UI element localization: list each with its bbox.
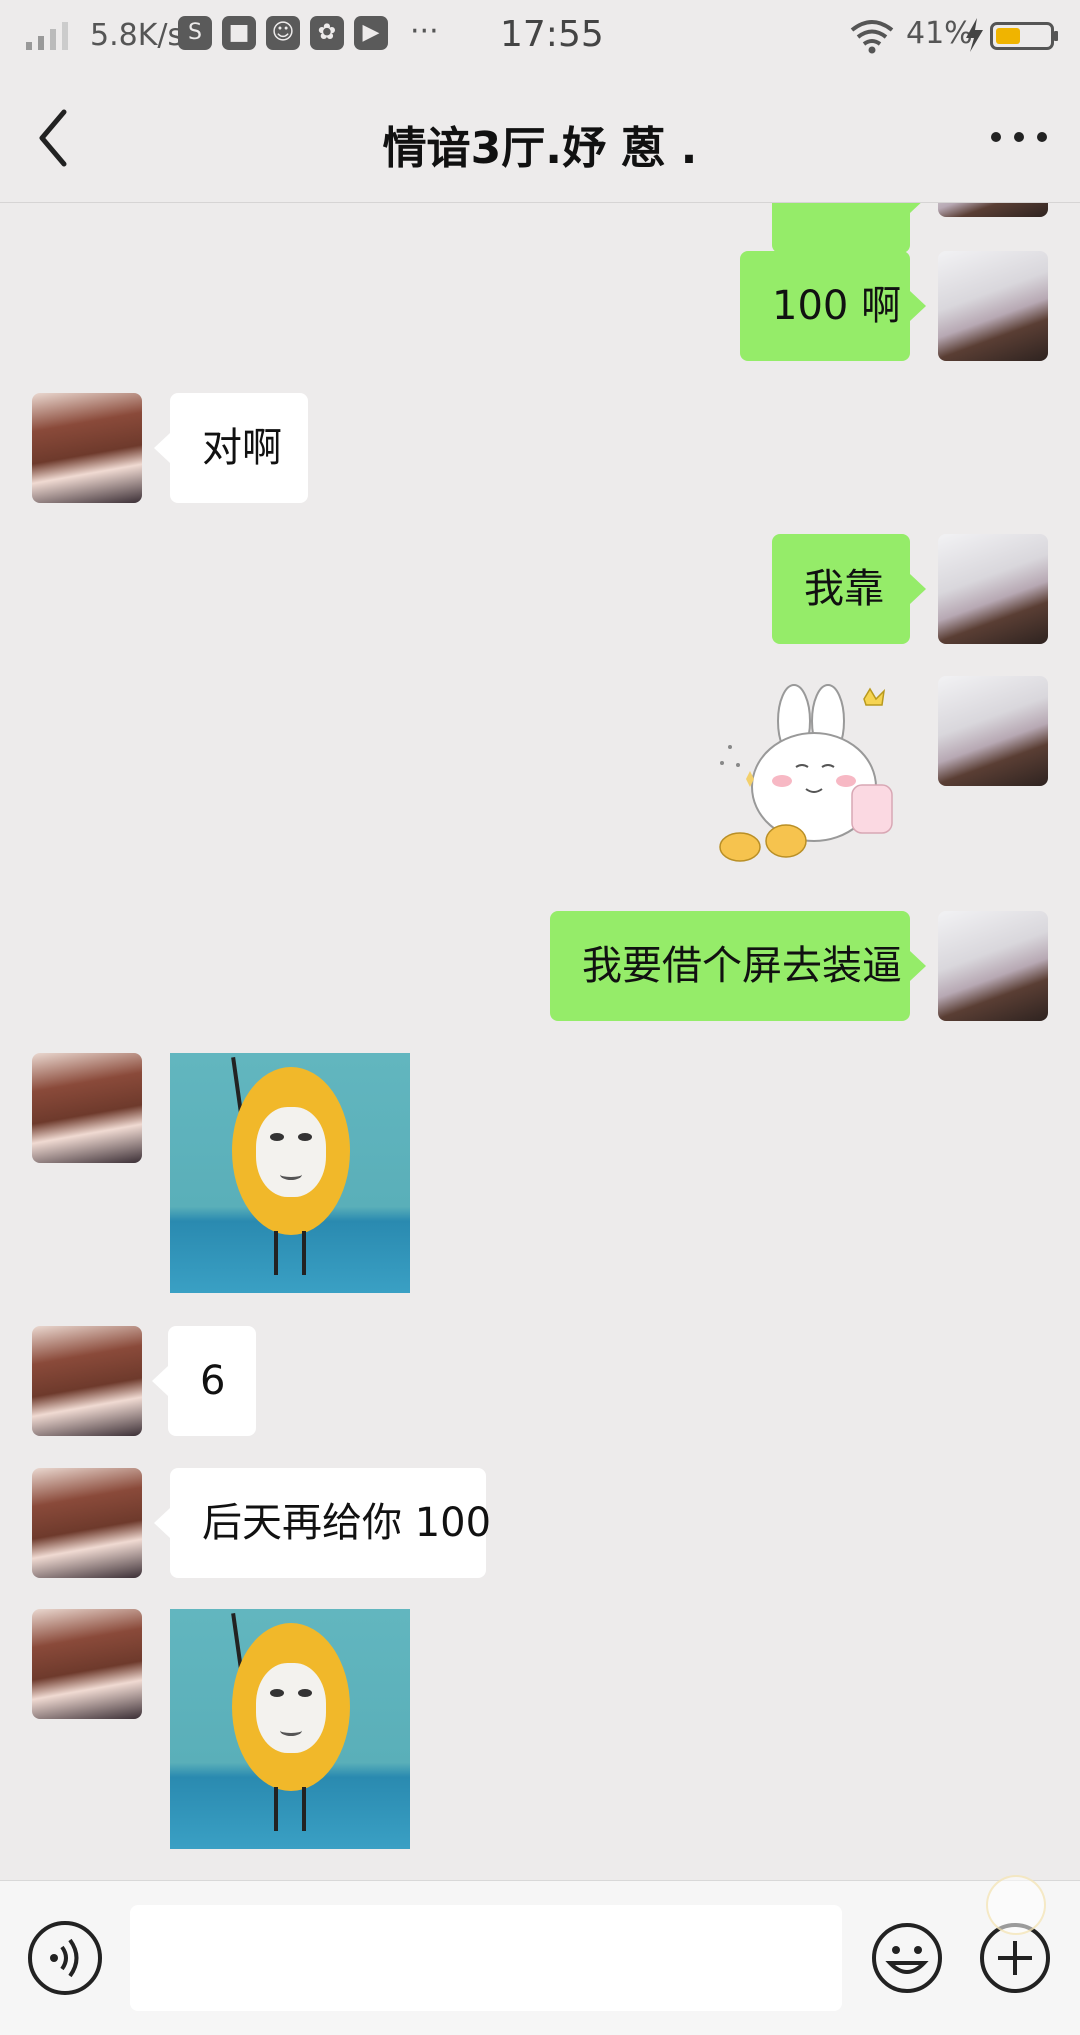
- message-text: 我要借个屏去装逼: [582, 943, 902, 989]
- my-avatar[interactable]: [938, 203, 1048, 217]
- chat-header: 情谙3厅.妤 蒽 .: [0, 72, 1080, 203]
- message-text: 100 啊: [772, 283, 902, 329]
- signal-icon: [24, 18, 72, 60]
- message-bubble-partial[interactable]: [772, 203, 926, 253]
- message-input[interactable]: [130, 1905, 842, 2011]
- message-list[interactable]: 100 啊 对啊 我靠 我要借个屏去装逼 6 后天再给你 100: [0, 203, 1080, 1880]
- more-icon: [991, 132, 1047, 142]
- video-notification-icon: ■: [222, 16, 256, 50]
- message-bubble-out[interactable]: 我要借个屏去装逼: [550, 911, 926, 1021]
- contact-avatar[interactable]: [32, 393, 142, 503]
- my-avatar[interactable]: [938, 534, 1048, 644]
- message-bubble-out[interactable]: 我靠: [772, 534, 926, 644]
- message-bubble-in[interactable]: 对啊: [154, 393, 308, 503]
- charging-icon: [962, 16, 986, 62]
- my-avatar[interactable]: [938, 911, 1048, 1021]
- message-bubble-in[interactable]: 6: [152, 1326, 256, 1436]
- rabbit-sticker[interactable]: [706, 669, 916, 879]
- battery-icon: [990, 22, 1058, 50]
- message-text: 对啊: [202, 425, 282, 471]
- contact-avatar[interactable]: [32, 1053, 142, 1163]
- floating-assistive-button[interactable]: [986, 1875, 1046, 1935]
- lemon-sticker[interactable]: [170, 1609, 410, 1849]
- message-text: 后天再给你 100: [202, 1500, 492, 1546]
- my-avatar[interactable]: [938, 676, 1048, 786]
- contact-avatar[interactable]: [32, 1609, 142, 1719]
- network-speed: 5.8K/s: [90, 18, 184, 53]
- wifi-icon: [848, 18, 896, 62]
- play-notification-icon: ▶: [354, 16, 388, 50]
- message-bubble-in[interactable]: 后天再给你 100: [154, 1468, 491, 1578]
- more-notifications-icon: ···: [410, 14, 439, 49]
- emoji-button[interactable]: [870, 1921, 944, 1995]
- message-text: 我靠: [804, 566, 884, 612]
- chat-title: 情谙3厅.妤 蒽 .: [382, 123, 698, 174]
- input-bar: [0, 1880, 1080, 2035]
- flower-notification-icon: ✿: [310, 16, 344, 50]
- cat-notification-icon: ☺: [266, 16, 300, 50]
- voice-icon: [50, 1938, 79, 1978]
- message-bubble-out[interactable]: 100 啊: [740, 251, 926, 361]
- contact-avatar[interactable]: [32, 1326, 142, 1436]
- app-notification-icon: S: [178, 16, 212, 50]
- status-bar: 5.8K/s S ■ ☺ ✿ ▶ ··· 17:55 41%: [0, 0, 1080, 72]
- my-avatar[interactable]: [938, 251, 1048, 361]
- message-text: 6: [200, 1358, 226, 1404]
- emoji-icon: [872, 1923, 942, 1993]
- more-options-button[interactable]: [984, 102, 1054, 172]
- voice-input-button[interactable]: [28, 1921, 102, 1995]
- clock: 17:55: [500, 14, 604, 55]
- contact-avatar[interactable]: [32, 1468, 142, 1578]
- lemon-sticker[interactable]: [170, 1053, 410, 1293]
